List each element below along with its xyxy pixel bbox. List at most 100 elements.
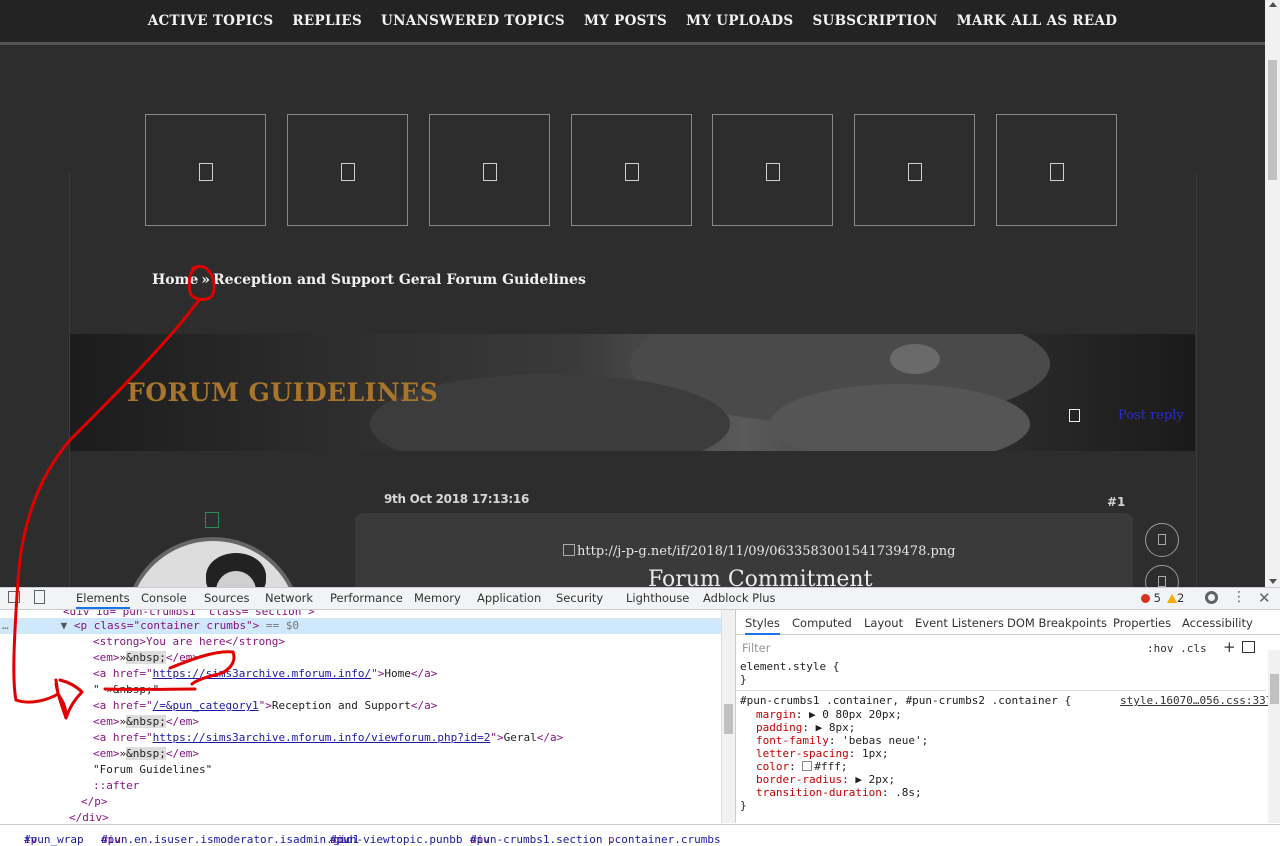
- dom-tag: ">: [371, 667, 384, 680]
- tab-dom-breakpoints[interactable]: DOM Breakpoints: [1007, 616, 1107, 630]
- tab-performance[interactable]: Performance: [330, 591, 403, 605]
- tab-application[interactable]: Application: [477, 591, 541, 605]
- css-property: font-family: [756, 734, 829, 747]
- css-declaration[interactable]: border-radius: ▶ 2px;: [756, 773, 895, 786]
- action-icon: [1158, 534, 1166, 545]
- breadcrumb-trail[interactable]: Reception and Support Geral Forum Guidel…: [213, 272, 586, 288]
- breadcrumb-home[interactable]: Home: [152, 272, 198, 288]
- dom-tag: </em>: [166, 747, 199, 760]
- device-toolbar-icon[interactable]: [34, 590, 45, 604]
- tab-layout[interactable]: Layout: [864, 616, 903, 630]
- nav-my-posts[interactable]: MY POSTS: [584, 13, 667, 29]
- close-icon[interactable]: ✕: [1258, 589, 1271, 607]
- tab-computed[interactable]: Computed: [792, 616, 852, 630]
- quick-link-tile[interactable]: [854, 114, 975, 226]
- dom-line[interactable]: <em>»&nbsp;</em>: [93, 714, 199, 730]
- dom-text-node: " »&nbsp;": [93, 683, 159, 696]
- missing-glyph-icon: [1050, 163, 1064, 181]
- toggle-sidebar-icon[interactable]: [1242, 641, 1255, 653]
- tab-memory[interactable]: Memory: [414, 591, 461, 605]
- scroll-up-arrow-icon[interactable]: [1269, 2, 1277, 7]
- tab-adblock-plus[interactable]: Adblock Plus: [703, 591, 776, 605]
- scroll-down-arrow-icon[interactable]: [1269, 579, 1277, 584]
- dom-line[interactable]: <em>»&nbsp;</em>: [93, 650, 199, 666]
- inspect-element-icon[interactable]: [8, 591, 20, 603]
- rule-selector[interactable]: #pun-crumbs1 .container, #pun-crumbs2 .c…: [740, 694, 1071, 707]
- tab-security[interactable]: Security: [556, 591, 603, 605]
- quick-link-tile[interactable]: [571, 114, 692, 226]
- expand-arrow-icon[interactable]: ▼: [61, 619, 68, 632]
- color-swatch[interactable]: [802, 761, 812, 771]
- tab-styles[interactable]: Styles: [745, 616, 780, 635]
- tab-console[interactable]: Console: [141, 591, 187, 605]
- styles-filter-input[interactable]: Filter: [742, 641, 1132, 655]
- element-style-rule[interactable]: element.style {: [740, 660, 839, 673]
- css-declaration[interactable]: font-family: 'bebas neue';: [756, 734, 928, 747]
- css-declaration[interactable]: margin: ▶ 0 80px 20px;: [756, 708, 902, 721]
- quick-link-tile[interactable]: [429, 114, 550, 226]
- dom-text-node: "Forum Guidelines": [93, 763, 212, 776]
- dom-text: Home: [384, 667, 411, 680]
- dom-line[interactable]: <a href="/=&pun_category1">Reception and…: [93, 698, 437, 714]
- missing-glyph-icon: [199, 163, 213, 181]
- nav-replies[interactable]: REPLIES: [292, 13, 362, 29]
- nav-unanswered-topics[interactable]: UNANSWERED TOPICS: [381, 13, 565, 29]
- dom-line[interactable]: "Forum Guidelines": [93, 762, 212, 778]
- dom-line[interactable]: </p>: [81, 794, 108, 810]
- cls-toggle[interactable]: .cls: [1180, 642, 1207, 655]
- elements-tree[interactable]: <div id="pun-crumbs1" class="section"> ……: [0, 610, 721, 823]
- post-action-button[interactable]: [1145, 523, 1179, 557]
- dom-line[interactable]: <a href="https://sims3archive.mforum.inf…: [93, 730, 563, 746]
- page-scrollbar[interactable]: [1265, 0, 1280, 587]
- dom-line[interactable]: " »&nbsp;": [93, 682, 159, 698]
- nav-mark-all-read[interactable]: MARK ALL AS READ: [957, 13, 1118, 29]
- gear-icon[interactable]: [1205, 591, 1218, 604]
- hov-cls-toggles[interactable]: :hov .cls: [1147, 642, 1207, 655]
- more-options-icon[interactable]: ⋮: [1232, 590, 1246, 604]
- tab-sources[interactable]: Sources: [204, 591, 250, 605]
- dom-line[interactable]: <strong>You are here</strong>: [93, 634, 285, 650]
- new-rule-icon[interactable]: +: [1223, 638, 1236, 656]
- tab-properties[interactable]: Properties: [1113, 616, 1171, 630]
- image-alt-text: http://j-p-g.net/if/2018/11/09/063358300…: [577, 544, 956, 559]
- styles-scrollbar[interactable]: [1268, 650, 1280, 823]
- dom-line[interactable]: <a href="https://sims3archive.mforum.inf…: [93, 666, 437, 682]
- nav-subscription[interactable]: SUBSCRIPTION: [812, 13, 937, 29]
- reply-icon[interactable]: [1069, 409, 1080, 422]
- nav-my-uploads[interactable]: MY UPLOADS: [686, 13, 793, 29]
- rule-close: }: [740, 673, 747, 686]
- post-reply-link[interactable]: Post reply: [1118, 408, 1184, 423]
- dom-href-link[interactable]: https://sims3archive.mforum.info/viewfor…: [153, 731, 491, 744]
- issue-badges[interactable]: 52: [1141, 591, 1184, 605]
- dom-tag: <div id="pun-crumbs1" class="section">: [63, 610, 315, 618]
- tab-accessibility[interactable]: Accessibility: [1182, 616, 1253, 630]
- tab-network[interactable]: Network: [265, 591, 313, 605]
- tab-event-listeners[interactable]: Event Listeners: [915, 616, 1004, 630]
- post-number[interactable]: #1: [1107, 495, 1125, 509]
- css-declaration[interactable]: color: #fff;: [756, 760, 848, 773]
- elements-scrollbar[interactable]: [721, 610, 736, 823]
- dom-line-selected[interactable]: …▼ <p class="container crumbs"> == $0: [0, 618, 721, 634]
- dom-href-link[interactable]: https://sims3archive.mforum.info/: [153, 667, 372, 680]
- scrollbar-thumb[interactable]: [1270, 674, 1279, 704]
- nav-active-topics[interactable]: ACTIVE TOPICS: [148, 13, 274, 29]
- top-navigation: ACTIVE TOPICS REPLIES UNANSWERED TOPICS …: [0, 0, 1265, 45]
- css-declaration[interactable]: transition-duration: .8s;: [756, 786, 922, 799]
- css-declaration[interactable]: padding: ▶ 8px;: [756, 721, 855, 734]
- quick-link-tile[interactable]: [145, 114, 266, 226]
- rule-source-link[interactable]: style.16070…056.css:337: [1120, 694, 1272, 707]
- tab-elements[interactable]: Elements: [76, 591, 130, 609]
- dom-line[interactable]: </div>: [69, 810, 109, 823]
- dom-line[interactable]: ::after: [93, 778, 139, 794]
- hov-toggle[interactable]: :hov: [1147, 642, 1174, 655]
- css-declaration[interactable]: letter-spacing: 1px;: [756, 747, 888, 760]
- scrollbar-thumb[interactable]: [1268, 60, 1277, 180]
- tab-lighthouse[interactable]: Lighthouse: [626, 591, 689, 605]
- crumb-id: #pun-crumbs1.section: [470, 833, 602, 846]
- scrollbar-thumb[interactable]: [724, 704, 733, 734]
- quick-link-tile[interactable]: [287, 114, 408, 226]
- quick-link-tile[interactable]: [712, 114, 833, 226]
- dom-line[interactable]: <em>»&nbsp;</em>: [93, 746, 199, 762]
- dom-href-link[interactable]: /=&pun_category1: [153, 699, 259, 712]
- quick-link-tile[interactable]: [996, 114, 1117, 226]
